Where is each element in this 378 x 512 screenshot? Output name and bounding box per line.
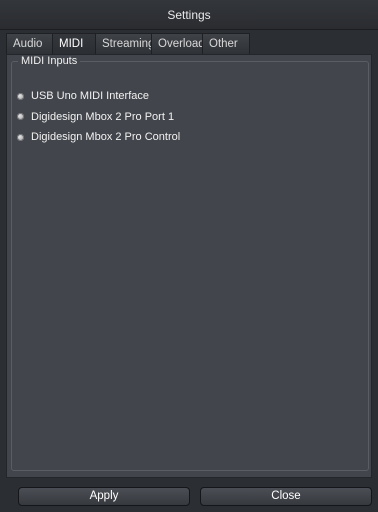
midi-input-label: Digidesign Mbox 2 Pro Control xyxy=(31,131,181,143)
apply-button[interactable]: Apply xyxy=(18,487,190,506)
tab-midi[interactable]: MIDI xyxy=(52,33,96,54)
tab-other[interactable]: Other xyxy=(202,33,250,54)
midi-input-label: Digidesign Mbox 2 Pro Port 1 xyxy=(31,110,175,123)
titlebar[interactable]: Settings xyxy=(0,0,378,30)
midi-input-label: USB Uno MIDI Interface xyxy=(31,90,149,102)
midi-inputs-list: USB Uno MIDI Interface Digidesign Mbox 2… xyxy=(17,86,180,148)
tab-audio[interactable]: Audio xyxy=(6,33,53,54)
midi-input-item[interactable]: Digidesign Mbox 2 Pro Control xyxy=(17,127,180,147)
dot-icon xyxy=(17,113,24,120)
midi-inputs-label: MIDI Inputs xyxy=(18,55,81,67)
footer: Apply Close xyxy=(0,478,378,512)
window-title: Settings xyxy=(167,8,211,22)
settings-window: Settings Audio MIDI Streaming Overload O… xyxy=(0,0,378,512)
midi-inputs-group: MIDI Inputs USB Uno MIDI Interface Digid… xyxy=(11,55,369,471)
dot-icon xyxy=(17,92,24,100)
midi-input-item[interactable]: USB Uno MIDI Interface xyxy=(17,86,180,106)
tab-overload[interactable]: Overload xyxy=(151,33,205,54)
tab-bar: Audio MIDI Streaming Overload Other xyxy=(6,33,250,54)
dot-icon xyxy=(17,133,24,141)
midi-panel: MIDI Inputs USB Uno MIDI Interface Digid… xyxy=(6,54,372,478)
tab-streaming[interactable]: Streaming xyxy=(95,33,154,54)
midi-input-item[interactable]: Digidesign Mbox 2 Pro Port 1 xyxy=(17,107,180,127)
close-button[interactable]: Close xyxy=(200,487,372,506)
